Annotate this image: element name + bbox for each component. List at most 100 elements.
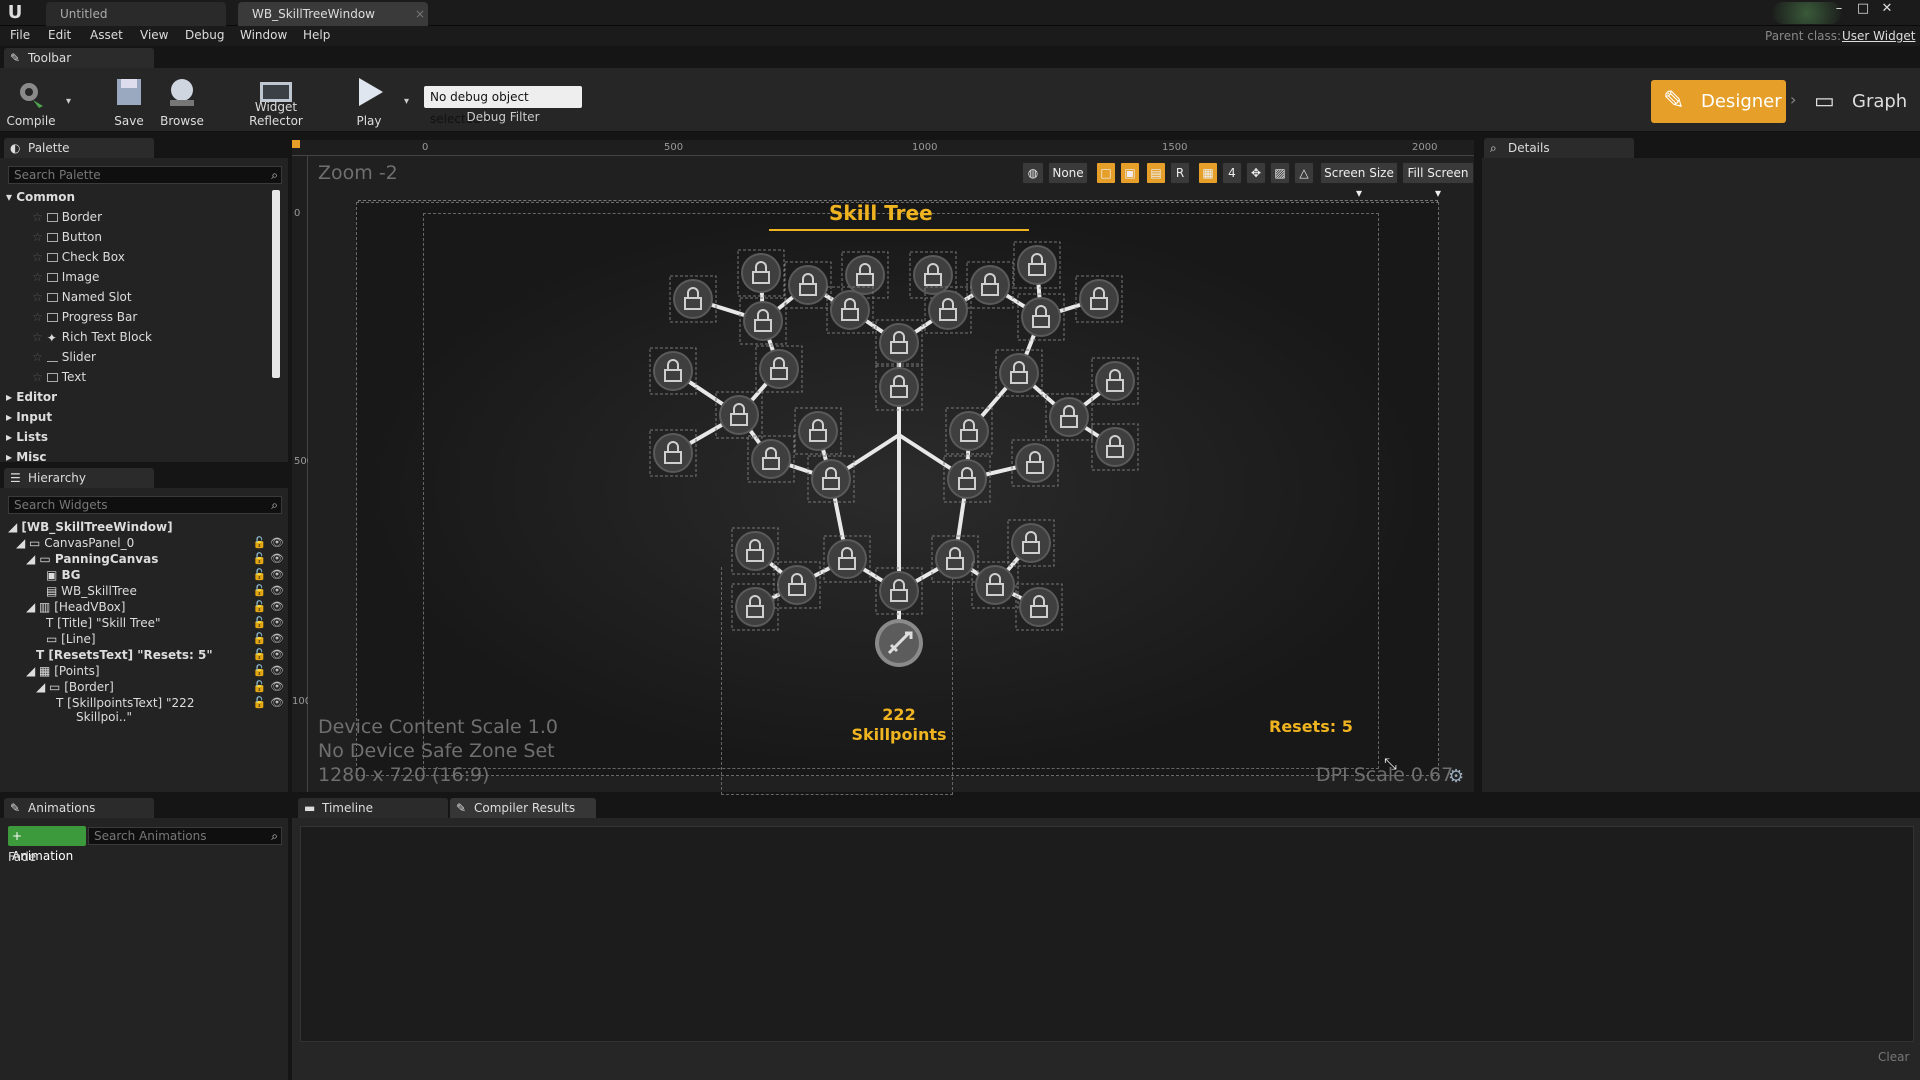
palette-item-check-box[interactable]: ☆ Check Box bbox=[32, 250, 125, 264]
widget-reflector-button[interactable]: Widget Reflector bbox=[228, 72, 324, 130]
locked-skill-node[interactable] bbox=[823, 535, 871, 583]
locked-skill-node[interactable] bbox=[1011, 439, 1059, 487]
locked-skill-node[interactable] bbox=[731, 583, 779, 631]
hierarchy-item-points[interactable]: ◢ ▦ [Points] bbox=[26, 664, 100, 678]
palette-item-text[interactable]: ☆ Text bbox=[32, 370, 86, 384]
locked-skill-node[interactable] bbox=[1013, 241, 1061, 289]
hierarchy-item-wb-skilltree[interactable]: ▤ WB_SkillTree bbox=[46, 584, 137, 598]
locked-skill-node[interactable] bbox=[649, 429, 697, 477]
browse-button[interactable]: Browse bbox=[156, 72, 208, 130]
debug-object-select[interactable]: No debug object selected ▾ bbox=[424, 86, 582, 126]
hierarchy-item-border[interactable]: ◢ ▭ [Border] bbox=[36, 680, 114, 694]
locked-skill-node[interactable] bbox=[737, 249, 785, 297]
star-icon[interactable]: ☆ bbox=[32, 290, 43, 304]
locked-skill-node[interactable] bbox=[875, 567, 923, 615]
locked-skill-node[interactable] bbox=[1075, 275, 1123, 323]
locked-skill-node[interactable] bbox=[875, 363, 923, 411]
lock-visibility-icons-points[interactable]: 🔓 👁 bbox=[253, 664, 284, 677]
locked-skill-node[interactable] bbox=[1091, 357, 1139, 405]
locked-skill-node[interactable] bbox=[773, 561, 821, 609]
play-options-icon[interactable]: ▾ bbox=[404, 96, 409, 107]
palette-category-common[interactable]: ▾ Common bbox=[6, 190, 75, 204]
lock-visibility-icons-skilltree[interactable]: 🔓 👁 bbox=[253, 584, 284, 597]
star-icon[interactable]: ☆ bbox=[32, 370, 43, 384]
palette-search-input[interactable]: Search Palette ⌕ bbox=[8, 166, 282, 184]
palette-category-lists[interactable]: ▸ Lists bbox=[6, 430, 48, 444]
locked-skill-node[interactable] bbox=[794, 407, 842, 455]
lock-visibility-icons-line[interactable]: 🔓 👁 bbox=[253, 632, 284, 645]
star-icon[interactable]: ☆ bbox=[32, 330, 43, 344]
lock-visibility-icons-border[interactable]: 🔓 👁 bbox=[253, 680, 284, 693]
palette-item-button[interactable]: ☆ Button bbox=[32, 230, 102, 244]
hierarchy-item-resetstext[interactable]: T [ResetsText] "Resets: 5" bbox=[36, 648, 213, 662]
menu-edit[interactable]: Edit bbox=[48, 28, 71, 42]
menu-asset[interactable]: Asset bbox=[90, 28, 123, 42]
locked-skill-node[interactable] bbox=[875, 319, 923, 367]
star-icon[interactable]: ☆ bbox=[32, 210, 43, 224]
star-icon[interactable]: ☆ bbox=[32, 310, 43, 324]
flow-direction-none-button[interactable]: None bbox=[1048, 162, 1088, 184]
hierarchy-item-skillpointstext[interactable]: T [SkillpointsText] "222 bbox=[56, 696, 194, 710]
locked-skill-node[interactable] bbox=[966, 261, 1014, 309]
star-icon[interactable]: ☆ bbox=[32, 230, 43, 244]
lock-visibility-icons-bg[interactable]: 🔓 👁 bbox=[253, 568, 284, 581]
lock-visibility-icons-title[interactable]: 🔓 👁 bbox=[253, 616, 284, 629]
image-preview-icon[interactable]: ▨ bbox=[1270, 162, 1290, 184]
palette-category-misc[interactable]: ▸ Misc bbox=[6, 450, 47, 462]
lock-visibility-icons-canvas[interactable]: 🔓 👁 bbox=[253, 536, 284, 549]
hierarchy-item-title[interactable]: T [Title] "Skill Tree" bbox=[46, 616, 160, 630]
star-icon[interactable]: ☆ bbox=[32, 350, 43, 364]
locked-skill-node[interactable] bbox=[1017, 293, 1065, 341]
hierarchy-item-root[interactable]: ◢ [WB_SkillTreeWindow] bbox=[8, 520, 173, 534]
locked-skill-node[interactable] bbox=[1015, 583, 1063, 631]
localization-globe-icon[interactable]: ◍ bbox=[1022, 162, 1044, 184]
close-icon[interactable]: ✕ bbox=[1876, 2, 1898, 18]
palette-item-border[interactable]: ☆ Border bbox=[32, 210, 102, 224]
star-icon[interactable]: ☆ bbox=[32, 270, 43, 284]
skill-tree-widget[interactable]: Skill Tree 222 Skillpoints Resets: 5 bbox=[356, 201, 1439, 795]
respect-locks-icon[interactable]: ▤ bbox=[1146, 162, 1166, 184]
move-icon[interactable]: ✥ bbox=[1246, 162, 1266, 184]
locked-skill-node[interactable] bbox=[784, 261, 832, 309]
locked-skill-node[interactable] bbox=[739, 297, 787, 345]
locked-skill-node[interactable] bbox=[943, 455, 991, 503]
palette-tab[interactable]: ◐ Palette bbox=[4, 138, 154, 158]
add-animation-button[interactable]: + Animation bbox=[8, 826, 86, 863]
dpi-settings-gear-icon[interactable]: ⚙ bbox=[1448, 766, 1464, 787]
palette-item-progress-bar[interactable]: ☆ Progress Bar bbox=[32, 310, 137, 324]
lock-visibility-icons-headvbox[interactable]: 🔓 👁 bbox=[253, 600, 284, 613]
palette-item-slider[interactable]: ☆ Slider bbox=[32, 350, 96, 364]
search-animations-input[interactable]: Search Animations ⌕ bbox=[88, 827, 282, 845]
hierarchy-item-headvbox[interactable]: ◢ ▥ [HeadVBox] bbox=[26, 600, 125, 614]
compile-button[interactable]: Compile bbox=[4, 72, 58, 130]
tab-untitled[interactable]: Untitled bbox=[46, 2, 226, 26]
outline-toggle-icon[interactable]: □ bbox=[1096, 162, 1116, 184]
palette-item-image[interactable]: ☆ Image bbox=[32, 270, 99, 284]
palette-category-editor[interactable]: ▸ Editor bbox=[6, 390, 57, 404]
menu-help[interactable]: Help bbox=[303, 28, 330, 42]
palette-category-input[interactable]: ▸ Input bbox=[6, 410, 52, 424]
locked-skill-node[interactable] bbox=[807, 455, 855, 503]
palette-scrollbar[interactable] bbox=[272, 190, 280, 378]
lock-visibility-icons-skillpoints[interactable]: 🔓 👁 bbox=[253, 696, 284, 709]
locked-skill-node[interactable] bbox=[931, 535, 979, 583]
details-tab[interactable]: ⌕ Details bbox=[1484, 138, 1634, 158]
hierarchy-item-canvaspanel[interactable]: ◢ ▭ CanvasPanel_0 bbox=[16, 536, 134, 550]
r-toggle-button[interactable]: R bbox=[1170, 162, 1190, 184]
hierarchy-item-panningcanvas[interactable]: ◢ ▭ PanningCanvas bbox=[26, 552, 158, 566]
locked-skill-node[interactable] bbox=[747, 435, 795, 483]
minimize-icon[interactable]: – bbox=[1828, 2, 1850, 18]
locked-skill-node[interactable] bbox=[669, 275, 717, 323]
parent-class-link[interactable]: User Widget bbox=[1842, 29, 1915, 43]
star-icon[interactable]: ☆ bbox=[32, 250, 43, 264]
grid-size-button[interactable]: 4 bbox=[1222, 162, 1242, 184]
hierarchy-item-line[interactable]: ▭ [Line] bbox=[46, 632, 96, 646]
menu-view[interactable]: View bbox=[140, 28, 168, 42]
clear-button[interactable]: Clear bbox=[1878, 1050, 1909, 1064]
lock-visibility-icons-resets[interactable]: 🔓 👁 bbox=[253, 648, 284, 661]
maximize-icon[interactable]: □ bbox=[1852, 2, 1874, 18]
hierarchy-tab[interactable]: ☰ Hierarchy bbox=[4, 468, 154, 488]
graph-button[interactable]: ▭ Graph bbox=[1808, 80, 1918, 123]
screen-size-dropdown[interactable]: Screen Size ▾ bbox=[1320, 162, 1398, 200]
lock-visibility-icons-panning[interactable]: 🔓 👁 bbox=[253, 552, 284, 565]
